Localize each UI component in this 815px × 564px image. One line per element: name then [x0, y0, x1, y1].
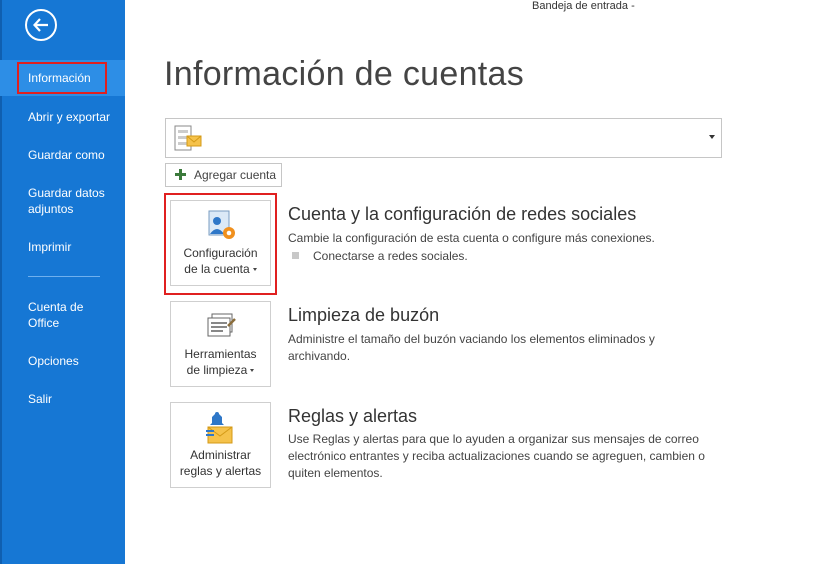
nav-label: Guardar datos adjuntos [28, 186, 105, 216]
nav-label: Imprimir [28, 240, 72, 254]
highlight-box [17, 62, 107, 94]
nav-label: Salir [28, 392, 53, 406]
nav-label: Opciones [28, 354, 79, 368]
account-icon [174, 125, 202, 151]
nav-cuenta-office[interactable]: Cuenta de Office [0, 299, 95, 331]
chevron-down-icon [709, 135, 715, 139]
arrow-left-icon [33, 18, 48, 32]
description-line: quiten elementos. [288, 466, 383, 480]
account-settings-icon [208, 210, 235, 239]
dropdown-caret-icon [250, 369, 255, 373]
button-label-line2: reglas y alertas [179, 464, 262, 478]
button-label-line1: Configuración [183, 246, 258, 260]
add-account-button[interactable]: Agregar cuenta [165, 163, 282, 187]
rules-alerts-icon [206, 412, 233, 444]
nav-label: Abrir y exportar [28, 110, 111, 124]
description-line: electrónico entrantes y reciba actualiza… [288, 449, 705, 463]
dropdown-caret-icon [252, 268, 257, 272]
nav-separator [28, 276, 100, 277]
button-label-line2: de limpieza [186, 363, 248, 377]
page-title: Información de cuentas [164, 55, 525, 93]
add-account-label: Agregar cuenta [194, 168, 277, 182]
button-label-line2: de la cuenta [184, 262, 250, 276]
nav-abrir-exportar[interactable]: Abrir y exportar [0, 109, 125, 125]
bullet-icon [292, 252, 299, 259]
backstage-sidebar: Información Abrir y exportar Guardar com… [0, 0, 125, 564]
cleanup-tools-icon [207, 313, 236, 337]
nav-guardar-adjuntos[interactable]: Guardar datos adjuntos [0, 185, 110, 217]
nav-label: Guardar como [28, 148, 105, 162]
section-description: Administre el tamaño del buzón vaciando … [288, 331, 655, 365]
nav-imprimir[interactable]: Imprimir [0, 239, 125, 255]
section-title: Cuenta y la configuración de redes socia… [288, 204, 637, 224]
nav-guardar-como[interactable]: Guardar como [0, 147, 125, 163]
back-button[interactable] [25, 9, 57, 41]
nav-label: Cuenta de Office [28, 300, 84, 330]
nav-salir[interactable]: Salir [0, 391, 125, 407]
window-title: Bandeja de entrada - [532, 0, 635, 12]
description-line: Use Reglas y alertas para que lo ayuden … [288, 432, 699, 446]
section-description: Use Reglas y alertas para que lo ayuden … [288, 431, 705, 482]
account-settings-button[interactable]: Configuración de la cuenta [170, 200, 271, 286]
button-label-line1: Herramientas [184, 347, 257, 361]
social-networks-link[interactable]: Conectarse a redes sociales. [313, 249, 468, 263]
description-line: Administre el tamaño del buzón vaciando … [288, 332, 655, 346]
plus-icon [175, 169, 186, 180]
button-label-line1: Administrar [190, 448, 251, 462]
cleanup-tools-button[interactable]: Herramientas de limpieza [170, 301, 271, 387]
manage-rules-button[interactable]: Administrar reglas y alertas [170, 402, 271, 488]
section-title: Reglas y alertas [288, 406, 418, 426]
section-title: Limpieza de buzón [288, 305, 440, 325]
nav-informacion[interactable]: Información [0, 60, 125, 96]
account-selector[interactable] [165, 118, 722, 158]
section-description: Cambie la configuración de esta cuenta o… [288, 231, 655, 245]
nav-opciones[interactable]: Opciones [0, 353, 125, 369]
description-line: archivando. [288, 349, 351, 363]
